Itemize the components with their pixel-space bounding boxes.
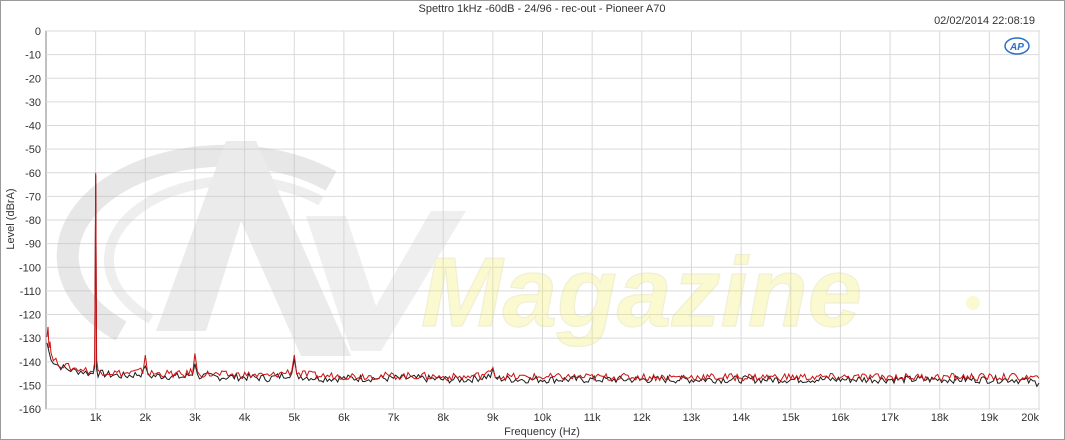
x-axis-label: Frequency (Hz) [504,426,580,438]
x-tick-label: 4k [239,412,251,424]
x-tick-label: 9k [487,412,499,424]
x-tick-label: 3k [189,412,201,424]
y-tick-label: -60 [25,168,41,180]
watermark-magazine-text: Magazine [421,237,862,347]
chart-frame: Magazine 1k 2k 3k 4k 5k 6k 7k 8k 9k 10k 11k 12k 13k 1… [0,0,1065,440]
y-tick-label: -90 [25,239,41,251]
x-tick-label: 19k [980,412,998,424]
y-tick-label: -10 [25,50,41,62]
x-tick-label: 8k [437,412,449,424]
x-tick-label: 17k [881,412,899,424]
spectrum-chart: Magazine 1k 2k 3k 4k 5k 6k 7k 8k 9k 10k 11k 12k 13k 1… [5,3,1040,438]
x-tick-label: 15k [782,412,800,424]
y-tick-label: -40 [25,121,41,133]
chart-timestamp: 02/02/2014 22:08:19 [934,15,1035,27]
y-tick-labels: 0 -10 -20 -30 -40 -50 -60 -70 -80 -90 -100 -110 -120… [19,26,41,416]
x-tick-label: 7k [388,412,400,424]
chart-title: Spettro 1kHz -60dB - 24/96 - rec-out - P… [418,3,665,15]
x-tick-label: 2k [139,412,151,424]
x-tick-labels: 1k 2k 3k 4k 5k 6k 7k 8k 9k 10k 11k 12k 13k 14k 15k 16k 1… [90,412,1040,424]
x-tick-label: 13k [683,412,701,424]
y-tick-label: -100 [19,262,41,274]
y-tick-label: -150 [19,380,41,392]
y-tick-label: -70 [25,191,41,203]
x-tick-label: 6k [338,412,350,424]
y-tick-label: -120 [19,310,41,322]
y-tick-label: -20 [25,73,41,85]
x-tick-label: 16k [832,412,850,424]
y-tick-label: -110 [20,286,41,298]
y-tick-label: -140 [19,357,41,369]
x-tick-label: 10k [534,412,552,424]
y-tick-label: -50 [25,144,41,156]
x-tick-label: 12k [633,412,651,424]
x-tick-label: 11k [584,412,601,424]
watermark-dot [966,296,980,310]
y-axis-label: Level (dBrA) [5,188,17,249]
ap-logo-text: AP [1009,42,1024,53]
y-tick-label: -30 [25,97,41,109]
x-tick-label: 20k [1021,412,1039,424]
x-tick-label: 1k [90,412,102,424]
grid-lines [46,30,1040,410]
y-tick-label: -130 [19,333,41,345]
x-tick-label: 5k [288,412,300,424]
y-tick-label: -80 [25,215,41,227]
x-tick-label: 18k [931,412,949,424]
y-tick-label: -160 [19,404,41,416]
x-tick-label: 14k [732,412,750,424]
y-tick-label: 0 [35,26,41,38]
